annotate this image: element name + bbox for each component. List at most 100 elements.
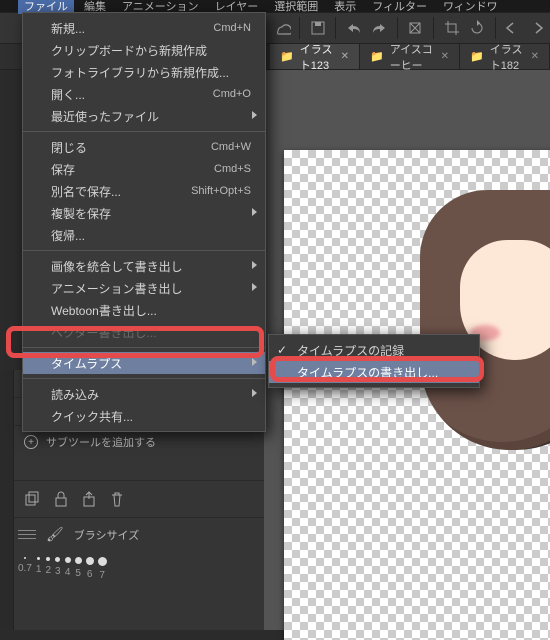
plus-icon: + — [24, 435, 38, 449]
brush-icon: 🖌 — [46, 526, 64, 543]
submenu-label: タイムラプスの記録 — [297, 342, 404, 359]
submenu-arrow-icon — [252, 261, 257, 269]
menu-item[interactable]: 保存 Cmd+S — [23, 158, 265, 180]
canvas[interactable] — [284, 150, 550, 640]
add-subtool-label: サブツールを追加する — [46, 434, 156, 450]
submenu-arrow-icon — [252, 358, 257, 366]
tab-2[interactable]: 📁 イラスト182 ✕ — [460, 44, 550, 69]
submenu-arrow-icon — [252, 389, 257, 397]
menu-item-label: フォトライブラリから新規作成... — [51, 64, 229, 81]
export-icon[interactable] — [82, 491, 96, 507]
folder-icon: 📁 — [370, 50, 384, 63]
menu-item[interactable]: 複製を保存 — [23, 202, 265, 224]
brush-size-option[interactable]: 4 — [65, 557, 71, 581]
menu-item: ベクター書き出し... — [23, 321, 265, 343]
submenu-arrow-icon — [252, 283, 257, 291]
menu-item-label: アニメーション書き出し — [51, 280, 183, 297]
menu-item-label: 閉じる — [51, 139, 87, 156]
menu-shortcut: Cmd+N — [213, 22, 251, 34]
brush-size-option[interactable]: 6 — [86, 557, 94, 581]
menu-divider — [23, 378, 265, 379]
menu-item-label: 復帰... — [51, 227, 85, 244]
menu-item[interactable]: タイムラプス — [23, 352, 265, 374]
close-icon[interactable]: ✕ — [531, 51, 539, 62]
menu-shortcut: Cmd+S — [214, 163, 251, 175]
tab-0[interactable]: 📁 イラスト123 ✕ — [270, 44, 360, 69]
tool-forward-icon[interactable] — [527, 15, 550, 41]
menu-item[interactable]: 最近使ったファイル — [23, 105, 265, 127]
menu-shortcut: Cmd+O — [213, 88, 251, 100]
close-icon[interactable]: ✕ — [341, 51, 349, 62]
menu-item-label: 別名で保存... — [51, 183, 121, 200]
menu-shortcut: Shift+Opt+S — [191, 185, 251, 197]
submenu-arrow-icon — [252, 111, 257, 119]
tool-icon-row — [0, 480, 264, 517]
menu-item-label: 新規... — [51, 20, 85, 37]
submenu-arrow-icon — [252, 208, 257, 216]
tool-crop-icon[interactable] — [440, 15, 463, 41]
brush-size-option[interactable]: 3 — [55, 557, 61, 581]
menu-item[interactable]: 読み込み — [23, 383, 265, 405]
brush-size-option[interactable]: 1 — [36, 557, 42, 581]
menu-shortcut: Cmd+W — [211, 141, 251, 153]
folder-icon: 📁 — [280, 50, 294, 63]
menu-view[interactable]: 表示 — [328, 0, 362, 14]
list-icon — [18, 530, 36, 539]
menu-item[interactable]: クリップボードから新規作成 — [23, 39, 265, 61]
close-icon[interactable]: ✕ — [441, 51, 449, 62]
menu-item[interactable]: クイック共有... — [23, 405, 265, 427]
menu-item-label: 保存 — [51, 161, 75, 178]
brush-size-option[interactable]: 2 — [45, 557, 51, 581]
menu-item[interactable]: 画像を統合して書き出し — [23, 255, 265, 277]
tab-label: アイスコーヒー — [390, 41, 435, 73]
tool-undo-icon[interactable] — [342, 15, 365, 41]
tab-1[interactable]: 📁 アイスコーヒー ✕ — [360, 44, 460, 69]
brush-sizes: 0.7 1 2 3 4 5 6 7 — [0, 551, 264, 581]
file-menu: 新規... Cmd+N クリップボードから新規作成フォトライブラリから新規作成...… — [22, 12, 266, 432]
menu-item-label: タイムラプス — [51, 355, 122, 372]
menu-item[interactable]: 開く... Cmd+O — [23, 83, 265, 105]
tool-cloud-icon[interactable] — [270, 15, 293, 41]
tool-clear-icon[interactable] — [404, 15, 427, 41]
tool-rotate-icon[interactable] — [465, 15, 488, 41]
menu-item[interactable]: 別名で保存... Shift+Opt+S — [23, 180, 265, 202]
lock-icon[interactable] — [54, 491, 68, 507]
brush-size-option[interactable]: 0.7 — [18, 557, 32, 581]
submenu-label: タイムラプスの書き出し... — [297, 364, 438, 381]
menu-item-label: 画像を統合して書き出し — [51, 258, 183, 275]
panel-strip[interactable] — [0, 370, 14, 630]
menu-divider — [23, 347, 265, 348]
folder-icon: 📁 — [470, 50, 484, 63]
tool-save-icon[interactable] — [306, 15, 329, 41]
trash-icon[interactable] — [110, 491, 124, 507]
menu-item-label: 開く... — [51, 86, 85, 103]
menu-item-label: クイック共有... — [51, 408, 133, 425]
menu-item-label: 複製を保存 — [51, 205, 111, 222]
menu-item[interactable]: 新規... Cmd+N — [23, 17, 265, 39]
tab-label: イラスト182 — [490, 41, 525, 73]
brush-size-option[interactable]: 5 — [75, 557, 82, 581]
menubar: ファイル 編集 アニメーション レイヤー 選択範囲 表示 フィルター ワィンドワ — [0, 0, 550, 12]
brush-size-header[interactable]: 🖌 ブラシサイズ — [0, 517, 264, 551]
menu-item[interactable]: Webtoon書き出し... — [23, 299, 265, 321]
menu-item-label: 最近使ったファイル — [51, 108, 159, 125]
duplicate-icon[interactable] — [24, 491, 40, 507]
menu-item[interactable]: フォトライブラリから新規作成... — [23, 61, 265, 83]
menu-window[interactable]: ワィンドワ — [437, 0, 504, 14]
menu-selection[interactable]: 選択範囲 — [268, 0, 324, 14]
menu-item[interactable]: 閉じる Cmd+W — [23, 136, 265, 158]
menu-item-label: Webtoon書き出し... — [51, 302, 157, 319]
tool-back-icon[interactable] — [501, 15, 524, 41]
submenu-record[interactable]: ✓ タイムラプスの記録 — [269, 339, 479, 361]
brush-size-option[interactable]: 7 — [98, 557, 107, 581]
menu-item[interactable]: 復帰... — [23, 224, 265, 246]
tool-redo-icon[interactable] — [368, 15, 391, 41]
tab-label: イラスト123 — [300, 41, 335, 73]
menu-item-label: クリップボードから新規作成 — [51, 42, 207, 59]
submenu-export[interactable]: タイムラプスの書き出し... — [269, 361, 479, 383]
timelapse-submenu: ✓ タイムラプスの記録 タイムラプスの書き出し... — [268, 334, 480, 388]
brush-size-label: ブラシサイズ — [74, 527, 139, 543]
menu-divider — [23, 131, 265, 132]
menu-item[interactable]: アニメーション書き出し — [23, 277, 265, 299]
menu-filter[interactable]: フィルター — [366, 0, 433, 14]
